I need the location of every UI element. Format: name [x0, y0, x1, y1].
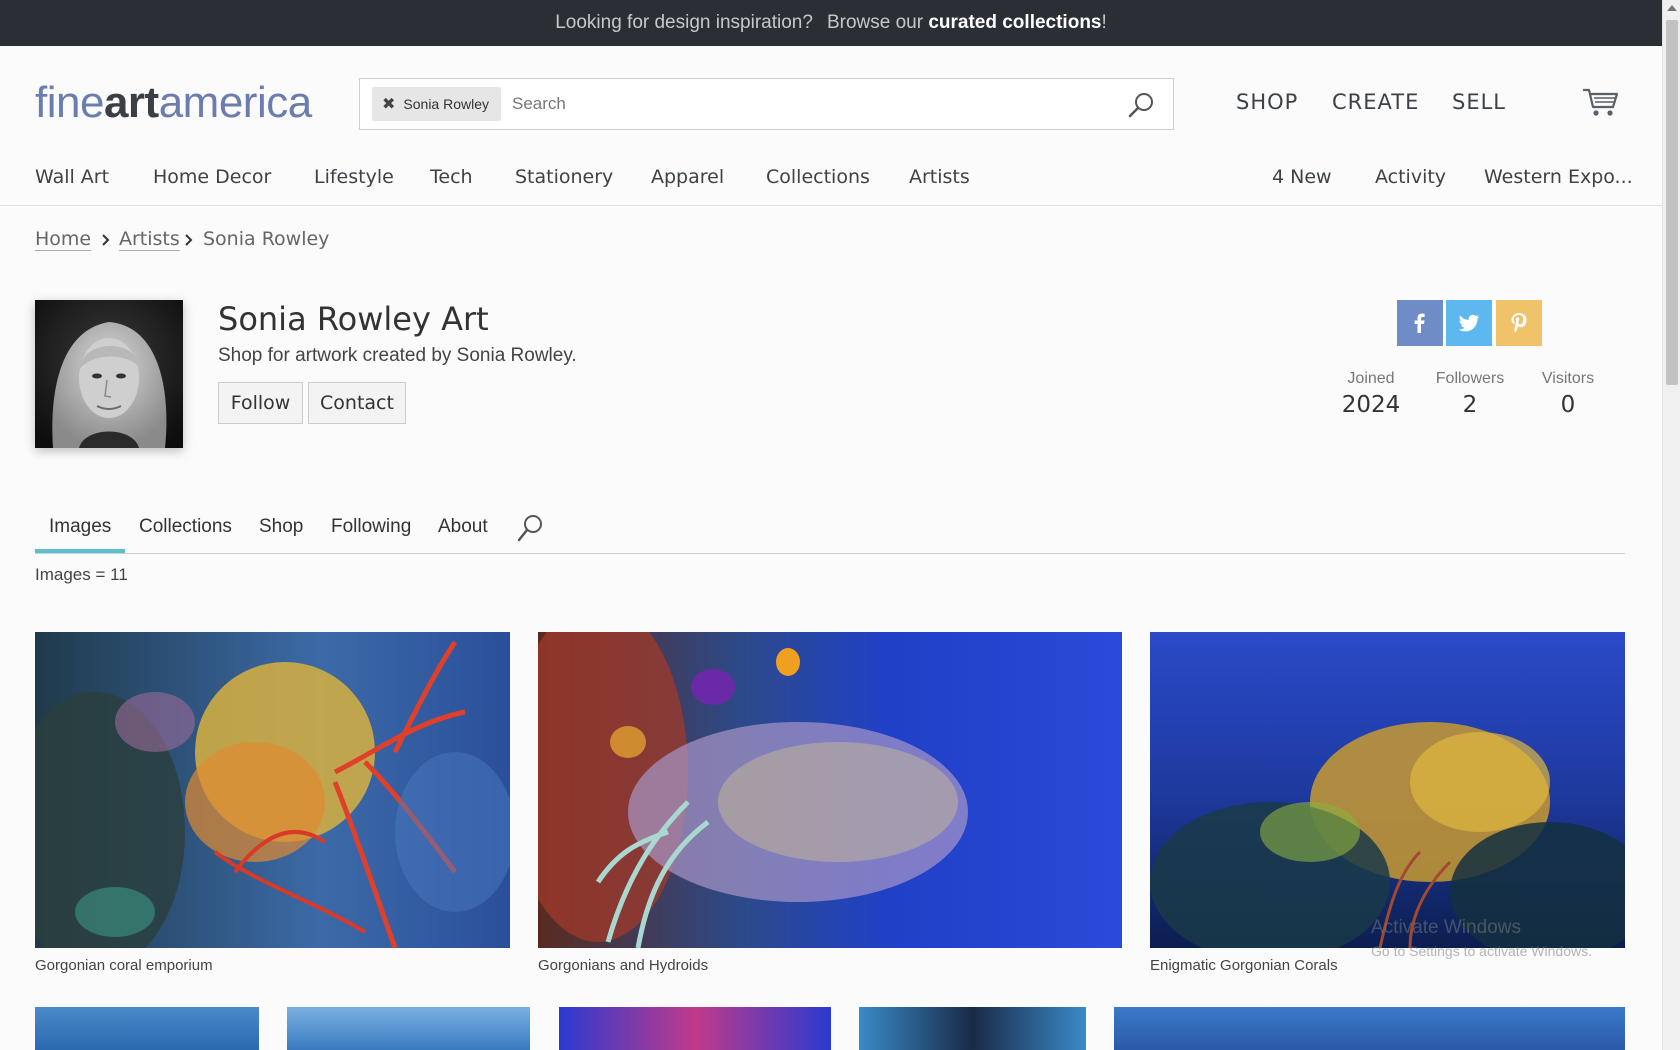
- stat-joined-value: 2024: [1341, 392, 1401, 418]
- nav-stationery[interactable]: Stationery: [515, 166, 613, 188]
- nav-artists[interactable]: Artists: [909, 166, 970, 188]
- promo-banner: Looking for design inspiration? Browse o…: [0, 0, 1662, 46]
- promo-question: Looking for design inspiration?: [555, 12, 813, 33]
- cart-icon[interactable]: [1582, 86, 1620, 118]
- artist-avatar[interactable]: [35, 300, 183, 448]
- search-filter-chip-label: Sonia Rowley: [403, 96, 490, 112]
- pinterest-share-button[interactable]: [1496, 300, 1542, 346]
- stat-visitors-label: Visitors: [1541, 370, 1595, 387]
- artist-title: Sonia Rowley Art: [218, 300, 489, 338]
- top-nav-sell[interactable]: SELL: [1452, 90, 1506, 114]
- windows-activation-watermark: Activate Windows Go to Settings to activ…: [1371, 917, 1592, 959]
- chevron-right-icon: [102, 234, 110, 246]
- contact-button[interactable]: Contact: [308, 382, 406, 424]
- nav-apparel[interactable]: Apparel: [651, 166, 724, 188]
- scrollbar-thumb[interactable]: [1666, 20, 1678, 385]
- images-count: Images = 11: [35, 565, 128, 584]
- artwork-thumbnail[interactable]: [35, 632, 510, 948]
- nav-activity[interactable]: Activity: [1375, 166, 1446, 188]
- artwork-thumbnail[interactable]: [1150, 632, 1625, 948]
- follow-button[interactable]: Follow: [218, 382, 303, 424]
- watermark-line1: Activate Windows: [1371, 917, 1521, 938]
- search-icon[interactable]: [1127, 91, 1155, 119]
- artwork-thumbnail[interactable]: [1114, 1007, 1625, 1050]
- stat-visitors-value: 0: [1560, 392, 1576, 418]
- search-filter-chip[interactable]: ✖ Sonia Rowley: [372, 87, 502, 121]
- top-nav-shop[interactable]: SHOP: [1236, 90, 1298, 114]
- nav-new[interactable]: 4 New: [1272, 166, 1332, 188]
- artist-subtitle: Shop for artwork created by Sonia Rowley…: [218, 345, 577, 366]
- logo-america: america: [158, 78, 313, 127]
- nav-lifestyle[interactable]: Lifestyle: [314, 166, 394, 188]
- nav-tech[interactable]: Tech: [430, 166, 473, 188]
- promo-lead: Browse our: [826, 12, 924, 33]
- page-scrollbar[interactable]: [1662, 0, 1680, 1050]
- artwork-thumbnail[interactable]: [35, 1007, 259, 1050]
- tabs-divider: [35, 553, 1625, 554]
- artwork-thumbnail[interactable]: [559, 1007, 831, 1050]
- pinterest-icon: [1511, 313, 1527, 333]
- artwork-thumbnail[interactable]: [859, 1007, 1086, 1050]
- logo-fine: fine: [35, 78, 104, 127]
- logo-art: art: [103, 78, 159, 127]
- nav-wall-art[interactable]: Wall Art: [35, 166, 109, 188]
- artwork-thumbnail[interactable]: [287, 1007, 530, 1050]
- remove-filter-icon[interactable]: ✖: [382, 94, 395, 114]
- artwork-caption[interactable]: Enigmatic Gorgonian Corals: [1150, 957, 1338, 974]
- search-bar: ✖ Sonia Rowley: [359, 78, 1174, 130]
- tab-collections[interactable]: Collections: [139, 516, 232, 538]
- curated-collections-link[interactable]: curated collections: [928, 12, 1101, 34]
- nav-home-decor[interactable]: Home Decor: [153, 166, 271, 188]
- twitter-share-button[interactable]: [1446, 300, 1492, 346]
- tab-images[interactable]: Images: [49, 516, 111, 538]
- stat-followers-label: Followers: [1435, 370, 1505, 387]
- top-nav-create[interactable]: CREATE: [1332, 90, 1419, 114]
- site-logo[interactable]: fineartamerica: [35, 78, 312, 128]
- artwork-caption[interactable]: Gorgonians and Hydroids: [538, 957, 708, 974]
- breadcrumb-home[interactable]: Home: [35, 228, 91, 250]
- breadcrumb-artists[interactable]: Artists: [119, 228, 180, 250]
- tab-shop[interactable]: Shop: [259, 516, 303, 538]
- search-icon[interactable]: [516, 513, 544, 543]
- tab-following[interactable]: Following: [331, 516, 411, 538]
- artwork-caption[interactable]: Gorgonian coral emporium: [35, 957, 213, 974]
- header-divider: [0, 205, 1662, 206]
- nav-collections[interactable]: Collections: [766, 166, 870, 188]
- nav-western-expo[interactable]: Western Expo...: [1484, 166, 1633, 188]
- stat-joined-label: Joined: [1347, 370, 1395, 387]
- chevron-right-icon: [185, 234, 193, 246]
- tab-about[interactable]: About: [438, 516, 488, 538]
- breadcrumb-current: Sonia Rowley: [203, 228, 330, 250]
- stat-followers-value[interactable]: 2: [1420, 392, 1520, 418]
- promo-end: !: [1101, 12, 1107, 33]
- scroll-up-arrow-icon[interactable]: [1667, 5, 1677, 11]
- facebook-share-button[interactable]: [1397, 300, 1443, 346]
- search-input[interactable]: [512, 88, 1102, 120]
- twitter-icon: [1458, 314, 1479, 332]
- artwork-thumbnail[interactable]: [538, 632, 1122, 948]
- watermark-line2: Go to Settings to activate Windows.: [1371, 943, 1592, 959]
- facebook-icon: [1414, 313, 1425, 333]
